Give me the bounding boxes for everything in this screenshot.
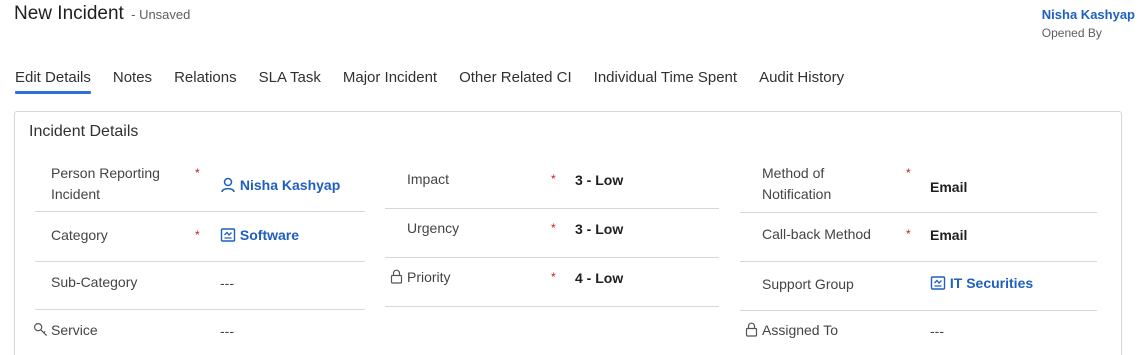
incident-details-section: Incident Details Person Reporting Incide… [14, 111, 1122, 355]
tab-edit-details[interactable]: Edit Details [15, 69, 91, 94]
field-urgency: Urgency * 3 - Low [385, 209, 719, 258]
field-service: Service --- [33, 310, 365, 355]
tab-audit-history[interactable]: Audit History [759, 69, 844, 92]
tab-individual-time-spent[interactable]: Individual Time Spent [594, 69, 737, 92]
category-icon [220, 227, 236, 246]
record-title: New Incident [14, 3, 124, 24]
impact-value[interactable]: 3 - Low [575, 172, 623, 188]
sub-category-value[interactable]: --- [220, 275, 234, 291]
owner-role-label: Opened By [1041, 26, 1102, 40]
field-label: Impact [407, 171, 450, 187]
field-method-of-notification: Method of Notification * Email [740, 160, 1097, 213]
field-person-reporting: Person Reporting Incident * Nisha Kashya… [35, 160, 365, 212]
urgency-value[interactable]: 3 - Low [575, 221, 623, 237]
field-label: Method of Notification [762, 165, 832, 202]
section-title: Incident Details [29, 123, 139, 140]
required-marker: * [551, 172, 556, 186]
field-assigned-to: Assigned To --- [740, 311, 1097, 355]
category-value[interactable]: Software [220, 227, 299, 246]
tab-other-related-ci[interactable]: Other Related CI [459, 69, 572, 92]
person-icon [220, 177, 236, 196]
tab-sla-task[interactable]: SLA Task [259, 69, 321, 92]
required-marker: * [195, 228, 200, 242]
required-marker: * [906, 166, 911, 180]
field-support-group: Support Group IT Securities [740, 262, 1097, 311]
required-marker: * [551, 221, 556, 235]
person-reporting-value[interactable]: Nisha Kashyap [220, 177, 340, 196]
service-value[interactable]: --- [220, 323, 234, 339]
group-icon [930, 275, 946, 294]
owner-name-link[interactable]: Nisha Kashyap [1042, 7, 1135, 22]
owner-info: Nisha Kashyap Opened By [1042, 7, 1135, 40]
field-impact: Impact * 3 - Low [385, 160, 719, 209]
priority-value[interactable]: 4 - Low [575, 270, 623, 286]
field-label: Service [51, 322, 98, 338]
search-key-icon [33, 322, 48, 342]
field-label: Sub-Category [51, 274, 138, 290]
field-label: Urgency [407, 220, 460, 236]
required-marker: * [195, 166, 200, 180]
page-title: New Incident - Unsaved [14, 3, 190, 25]
method-of-notification-value[interactable]: Email [930, 179, 967, 195]
field-call-back-method: Call-back Method * Email [740, 213, 1097, 262]
field-label: Category [51, 227, 108, 243]
tab-bar: Edit Details Notes Relations SLA Task Ma… [15, 69, 866, 94]
tab-major-incident[interactable]: Major Incident [343, 69, 437, 92]
field-label: Priority [407, 269, 451, 285]
required-marker: * [906, 227, 911, 241]
save-status: - Unsaved [131, 7, 191, 22]
call-back-method-value[interactable]: Email [930, 227, 967, 243]
field-label: Person Reporting Incident [51, 165, 160, 202]
field-priority: Priority * 4 - Low [385, 258, 719, 307]
assigned-to-value[interactable]: --- [930, 323, 944, 339]
lock-icon [745, 322, 758, 342]
field-label: Call-back Method [762, 226, 871, 242]
required-marker: * [551, 270, 556, 284]
tab-relations[interactable]: Relations [174, 69, 237, 92]
field-sub-category: Sub-Category --- [35, 262, 365, 310]
support-group-value[interactable]: IT Securities [930, 275, 1033, 294]
field-label: Assigned To [762, 322, 839, 338]
lock-icon [390, 269, 403, 289]
field-category: Category * Software [35, 212, 365, 262]
field-label: Support Group [762, 276, 854, 292]
tab-notes[interactable]: Notes [113, 69, 152, 92]
